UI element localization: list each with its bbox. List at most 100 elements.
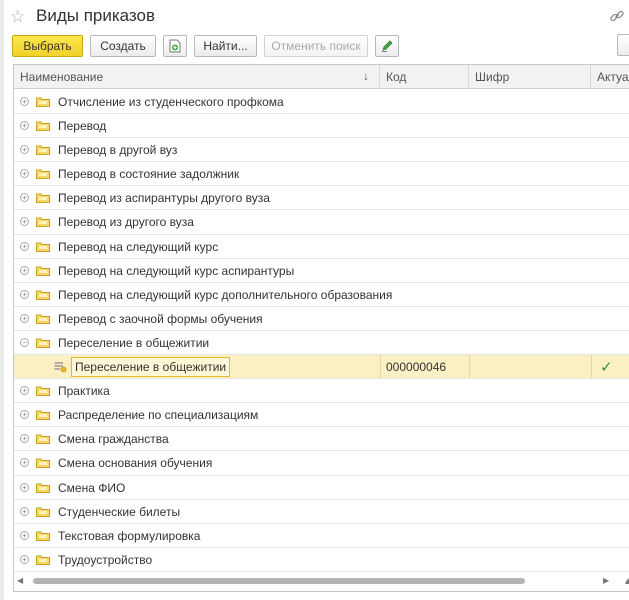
expand-icon[interactable]: + (20, 169, 29, 179)
expand-icon[interactable]: + (20, 193, 29, 203)
table-row[interactable]: + Перевод на следующий курс аспирантуры (14, 259, 629, 283)
expand-icon[interactable]: + (20, 506, 29, 516)
table-row[interactable]: + Перевод в другой вуз (14, 138, 629, 163)
row-name: Перевод на следующий курс дополнительног… (58, 287, 393, 302)
edit-button[interactable] (375, 35, 399, 57)
folder-open-icon (36, 338, 50, 348)
row-name: Перевод (58, 119, 107, 134)
expand-icon[interactable]: + (20, 434, 29, 444)
table-row-expanded-group[interactable]: − Переселение в общежитии (14, 331, 629, 356)
expand-icon[interactable]: + (20, 554, 29, 564)
row-name: Смена гражданства (58, 432, 169, 447)
row-code: 000000046 (386, 360, 447, 375)
row-name: Перевод с заочной формы обучения (58, 311, 263, 326)
favorite-star-icon[interactable]: ☆ (10, 8, 32, 25)
folder-icon (36, 97, 50, 107)
column-header-name[interactable]: Наименование ↓ (14, 65, 380, 89)
table-row[interactable]: + Перевод с заочной формы обучения (14, 307, 629, 331)
table-row[interactable]: + Трудоустройство (14, 548, 629, 572)
row-name-editing[interactable]: Переселение в общежитии (71, 357, 231, 378)
sort-down-icon: ↓ (363, 69, 369, 83)
table-row[interactable]: + Студенческие билеты (14, 500, 629, 524)
column-divider (380, 355, 381, 380)
items-table: Наименование ↓ Код Шифр Актуаль + Отчисл… (13, 64, 629, 592)
table-row[interactable]: + Смена гражданства (14, 427, 629, 452)
folder-icon (36, 145, 50, 156)
expand-icon[interactable]: + (20, 458, 29, 468)
table-row[interactable]: + Смена основания обучения (14, 451, 629, 476)
row-name: Практика (58, 384, 110, 399)
table-body: + Отчисление из студенческого профкома +… (14, 90, 629, 572)
table-row[interactable]: + Смена ФИО (14, 476, 629, 500)
table-row[interactable]: + Перевод на следующий курс (14, 235, 629, 259)
column-header-cipher[interactable]: Шифр (469, 65, 591, 89)
table-row-selected[interactable]: Переселение в общежитии 000000046 ✓ (14, 355, 629, 380)
more-actions-button[interactable] (617, 34, 629, 56)
row-name: Студенческие билеты (58, 504, 181, 519)
row-name: Перевод в другой вуз (58, 143, 178, 158)
expand-icon[interactable]: + (20, 145, 29, 155)
expand-icon[interactable]: + (20, 241, 29, 251)
folder-icon (36, 434, 50, 445)
folder-icon (36, 410, 50, 421)
table-row[interactable]: + Перевод из аспирантуры другого вуза (14, 186, 629, 211)
folder-icon (36, 121, 50, 132)
row-name: Перевод на следующий курс (58, 239, 219, 254)
folder-icon (36, 242, 50, 252)
table-row[interactable]: + Распределение по специализациям (14, 403, 629, 428)
table-row[interactable]: + Перевод на следующий курс дополнительн… (14, 283, 629, 307)
expand-icon[interactable]: + (20, 289, 29, 299)
table-row[interactable]: + Текстовая формулировка (14, 524, 629, 548)
column-header-code[interactable]: Код (380, 65, 469, 89)
create-group-button[interactable] (163, 35, 187, 57)
column-header-name-label: Наименование (20, 70, 104, 84)
folder-icon (36, 531, 50, 541)
select-button[interactable]: Выбрать (12, 35, 83, 57)
folder-icon (36, 483, 50, 493)
table-row[interactable]: + Отчисление из студенческого профкома (14, 90, 629, 115)
column-divider (591, 355, 592, 380)
scrollbar-thumb[interactable] (33, 578, 525, 584)
table-header: Наименование ↓ Код Шифр Актуаль (14, 65, 629, 89)
folder-icon (36, 386, 50, 397)
expand-icon[interactable]: + (20, 265, 29, 275)
cancel-search-button[interactable]: Отменить поиск (264, 35, 368, 57)
window-title: Виды приказов (36, 6, 156, 25)
link-icon[interactable] (609, 8, 625, 24)
row-name: Распределение по специализациям (58, 408, 259, 423)
folder-icon (36, 169, 50, 180)
create-button[interactable]: Создать (90, 35, 156, 57)
collapse-icon[interactable]: − (20, 337, 29, 347)
create-group-icon (169, 39, 181, 53)
expand-icon[interactable]: + (20, 217, 29, 227)
row-name: Смена основания обучения (58, 456, 213, 471)
pencil-icon (382, 40, 393, 52)
table-row[interactable]: + Перевод в состояние задолжник (14, 162, 629, 187)
horizontal-scrollbar[interactable]: ◀ ▶ (13, 575, 617, 587)
column-header-actual[interactable]: Актуаль (591, 65, 629, 89)
table-row[interactable]: + Практика (14, 379, 629, 404)
scroll-corner-icon: ▲ (623, 576, 629, 587)
table-row[interactable]: + Перевод из другого вуза (14, 210, 629, 235)
folder-icon (36, 290, 50, 300)
scroll-right-icon[interactable]: ▶ (603, 576, 609, 585)
row-name: Переселение в общежитии (58, 335, 210, 350)
folder-icon (36, 555, 50, 565)
row-name: Трудоустройство (58, 552, 153, 567)
folder-icon (36, 314, 50, 324)
expand-icon[interactable]: + (20, 97, 29, 106)
find-button[interactable]: Найти... (194, 35, 257, 57)
expand-icon[interactable]: + (20, 386, 29, 396)
row-name: Смена ФИО (58, 480, 126, 495)
window-edge (0, 0, 4, 600)
folder-icon (36, 507, 50, 517)
scroll-left-icon[interactable]: ◀ (17, 576, 23, 585)
table-row[interactable]: + Перевод (14, 114, 629, 139)
folder-icon (36, 217, 50, 228)
expand-icon[interactable]: + (20, 121, 29, 131)
expand-icon[interactable]: + (20, 313, 29, 323)
expand-icon[interactable]: + (20, 410, 29, 420)
row-name: Отчисление из студенческого профкома (58, 95, 284, 109)
expand-icon[interactable]: + (20, 530, 29, 540)
expand-icon[interactable]: + (20, 482, 29, 492)
